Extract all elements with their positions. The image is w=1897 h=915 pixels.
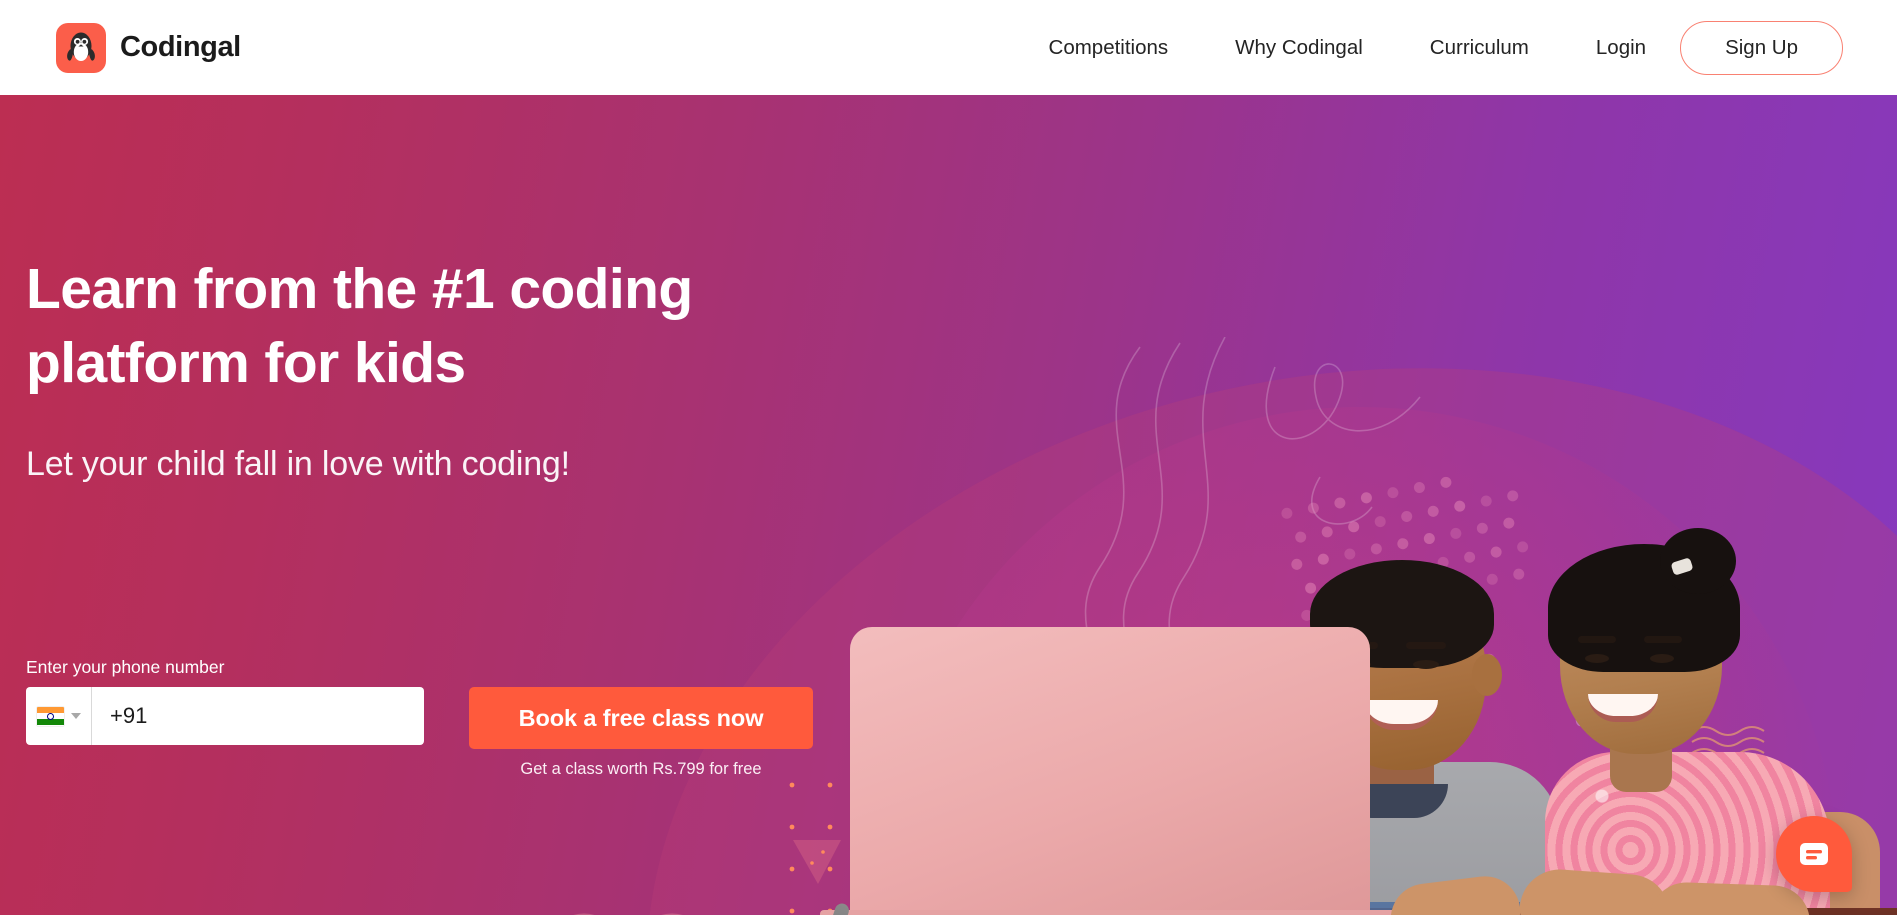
chat-message-icon — [1800, 843, 1828, 865]
nav-item-competitions[interactable]: Competitions — [1049, 26, 1169, 70]
hero-copy: Learn from the #1 coding platform for ki… — [26, 252, 786, 486]
chevron-down-icon — [70, 713, 81, 719]
girl-eyebrow-right — [1644, 636, 1682, 643]
chat-widget-button[interactable] — [1776, 816, 1852, 892]
lead-capture-form: Enter your phone number Book a free clas… — [26, 657, 813, 779]
hero-section: Learn from the #1 coding platform for ki… — [0, 77, 1897, 915]
girl-hair-bun — [1660, 528, 1736, 594]
laptop-base — [820, 910, 1400, 915]
signup-button[interactable]: Sign Up — [1680, 20, 1843, 75]
boy-eye-right — [1413, 660, 1439, 669]
hero-subtitle: Let your child fall in love with coding! — [26, 445, 570, 483]
brand-logo-link[interactable]: Codingal — [56, 22, 241, 73]
nav-item-why-codingal[interactable]: Why Codingal — [1235, 26, 1363, 70]
phone-number-field[interactable] — [26, 687, 424, 745]
cta-helper-text: Get a class worth Rs.799 for free — [520, 760, 762, 778]
country-code-selector[interactable] — [26, 687, 92, 745]
phone-field-label: Enter your phone number — [26, 657, 225, 677]
headline-line-2: platform for kids — [26, 331, 466, 395]
girl-eye-left — [1585, 654, 1609, 663]
site-header: Codingal Competitions Why Codingal Curri… — [0, 0, 1897, 95]
boy-ear — [1472, 654, 1502, 696]
boy-eyebrow-right — [1406, 642, 1446, 649]
headline-line-1: Learn from the #1 coding — [26, 257, 693, 321]
cta-group: Book a free class now Get a class worth … — [469, 687, 813, 779]
brand-name: Codingal — [120, 31, 241, 63]
girl-eye-right — [1650, 654, 1674, 663]
nav-item-login[interactable]: Login — [1596, 26, 1646, 70]
page-title: Learn from the #1 coding platform for ki… — [26, 252, 786, 400]
india-flag-icon — [36, 706, 64, 726]
book-free-class-button[interactable]: Book a free class now — [469, 687, 813, 749]
penguin-icon — [56, 22, 106, 73]
hero-photo — [813, 432, 1897, 915]
laptop-screen-back — [850, 627, 1370, 915]
nav-item-curriculum[interactable]: Curriculum — [1430, 26, 1529, 70]
girl-eyebrow-left — [1578, 636, 1616, 643]
phone-input[interactable] — [92, 688, 424, 744]
main-navigation: Competitions Why Codingal Curriculum Log… — [1049, 20, 1843, 75]
